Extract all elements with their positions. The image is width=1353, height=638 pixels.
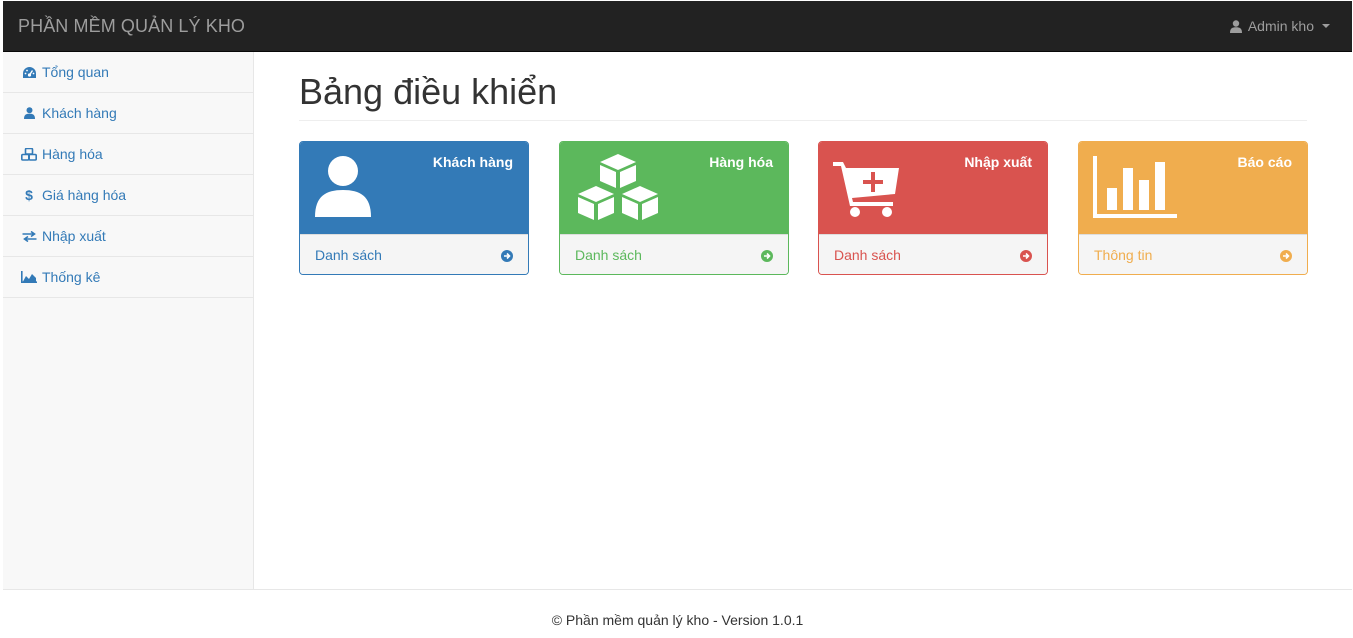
sidebar-item-khach-hang[interactable]: Khách hàng bbox=[3, 93, 253, 134]
bar-chart-icon bbox=[1093, 156, 1177, 221]
page-title: Bảng điều khiển bbox=[299, 71, 558, 112]
panel-link-label: Danh sách bbox=[315, 247, 382, 263]
panel-nhap-xuat[interactable]: Nhập xuất Danh sách bbox=[818, 141, 1048, 275]
panel-title: Nhập xuất bbox=[964, 154, 1032, 170]
panel-title: Hàng hóa bbox=[709, 154, 773, 170]
sidebar-item-label: Khách hàng bbox=[42, 105, 117, 121]
app-brand[interactable]: PHẦN MỀM QUẢN LÝ KHO bbox=[18, 16, 245, 37]
panel-heading: Nhập xuất bbox=[819, 142, 1047, 234]
arrow-circle-right-icon bbox=[761, 249, 773, 265]
user-menu-label: Admin kho bbox=[1247, 18, 1314, 34]
user-menu-dropdown[interactable]: Admin kho bbox=[1229, 18, 1330, 34]
sidebar-item-label: Thống kê bbox=[42, 269, 101, 285]
main-content: Bảng điều khiển Khách hàng Danh sách Hàn… bbox=[254, 52, 1352, 589]
panel-link-label: Danh sách bbox=[575, 247, 642, 263]
sidebar-item-hang-hoa[interactable]: Hàng hóa bbox=[3, 134, 253, 175]
exchange-icon bbox=[21, 229, 37, 243]
panel-heading: Báo cáo bbox=[1079, 142, 1307, 234]
cubes-icon bbox=[574, 152, 662, 227]
sidebar-item-label: Giá hàng hóa bbox=[42, 187, 127, 203]
panel-footer-link[interactable]: Thông tin bbox=[1079, 234, 1307, 274]
panel-title: Khách hàng bbox=[432, 154, 513, 170]
panel-link-label: Danh sách bbox=[834, 247, 901, 263]
dollar-icon: $ bbox=[25, 187, 33, 203]
arrow-circle-right-icon bbox=[1280, 249, 1292, 265]
sidebar-item-label: Nhập xuất bbox=[42, 228, 106, 244]
sidebar-item-thong-ke[interactable]: Thống kê bbox=[3, 257, 253, 298]
page-footer: © Phần mềm quản lý kho - Version 1.0.1 bbox=[3, 589, 1352, 638]
arrow-circle-right-icon bbox=[1020, 249, 1032, 265]
sidebar-item-label: Tổng quan bbox=[42, 64, 109, 80]
panel-bao-cao[interactable]: Báo cáo Thông tin bbox=[1078, 141, 1308, 275]
sidebar-item-gia-hang-hoa[interactable]: $ Giá hàng hóa bbox=[3, 175, 253, 216]
panel-footer-link[interactable]: Danh sách bbox=[300, 234, 528, 274]
area-chart-icon bbox=[21, 270, 37, 284]
sidebar-item-label: Hàng hóa bbox=[42, 146, 103, 162]
sidebar-item-tong-quan[interactable]: Tổng quan bbox=[3, 52, 253, 93]
cart-plus-icon bbox=[833, 160, 901, 221]
caret-down-icon bbox=[1322, 24, 1330, 28]
panel-heading: Khách hàng bbox=[300, 142, 528, 234]
panel-heading: Hàng hóa bbox=[560, 142, 788, 234]
panel-title: Báo cáo bbox=[1237, 154, 1292, 170]
panel-link-label: Thông tin bbox=[1094, 247, 1153, 263]
panel-footer-link[interactable]: Danh sách bbox=[819, 234, 1047, 274]
footer-text: © Phần mềm quản lý kho - Version 1.0.1 bbox=[551, 612, 804, 628]
dashboard-icon bbox=[21, 65, 37, 79]
user-icon bbox=[314, 154, 372, 221]
title-divider bbox=[299, 120, 1307, 121]
panel-hang-hoa[interactable]: Hàng hóa Danh sách bbox=[559, 141, 789, 275]
panel-footer-link[interactable]: Danh sách bbox=[560, 234, 788, 274]
user-icon bbox=[1229, 19, 1242, 33]
cubes-icon bbox=[21, 147, 37, 161]
sidebar: Tổng quan Khách hàng Hàng hóa $ Giá hàng… bbox=[3, 52, 254, 589]
arrow-circle-right-icon bbox=[501, 249, 513, 265]
top-navbar: PHẦN MỀM QUẢN LÝ KHO Admin kho bbox=[3, 1, 1352, 52]
user-icon bbox=[21, 106, 37, 120]
app-window: PHẦN MỀM QUẢN LÝ KHO Admin kho Tổng quan… bbox=[3, 1, 1352, 638]
sidebar-item-nhap-xuat[interactable]: Nhập xuất bbox=[3, 216, 253, 257]
panel-khach-hang[interactable]: Khách hàng Danh sách bbox=[299, 141, 529, 275]
